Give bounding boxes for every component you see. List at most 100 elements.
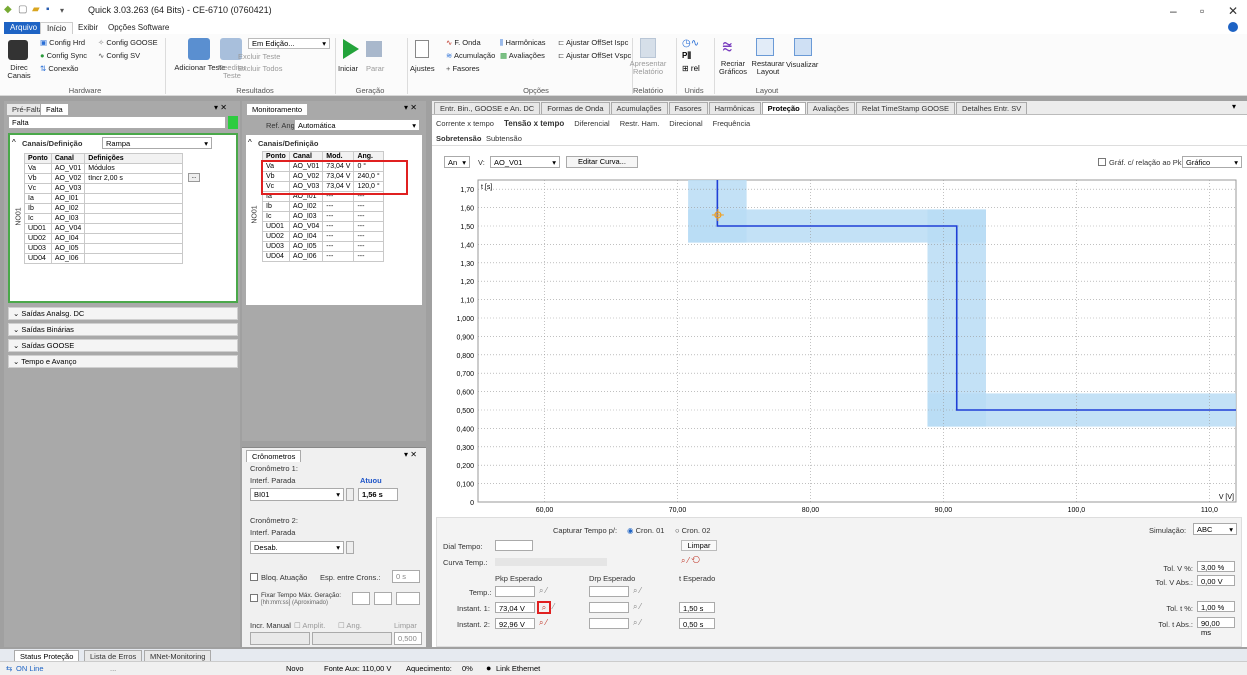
- harmonicas-button[interactable]: ⫼ Harmônicas: [500, 38, 546, 48]
- menu-exibir[interactable]: Exibir: [72, 22, 104, 34]
- avaliacoes-button[interactable]: ▦ Avaliações: [500, 51, 545, 60]
- subtab-1[interactable]: Tensão x tempo: [504, 119, 564, 128]
- excluir-teste-button[interactable]: Excluir Teste: [238, 52, 280, 61]
- table-row[interactable]: Ib AO_I02: [24, 203, 184, 214]
- em-edicao-select[interactable]: Em Edição... ▾: [248, 38, 330, 49]
- tab-right-2[interactable]: Acumulações: [610, 102, 668, 114]
- ajustar-ispc-button[interactable]: ⊏ Ajustar OffSet Ispc: [558, 38, 628, 47]
- mode-select[interactable]: Rampa ▾: [102, 137, 212, 149]
- tension-time-chart[interactable]: 1,70 1,60 1,50 1,40 1,30 1,20 1,10 1,000 0,900 0,…: [436, 176, 1242, 516]
- fixar-mm-field[interactable]: [374, 592, 392, 605]
- relatorio-icon[interactable]: [640, 38, 656, 58]
- cronometro1-ellipsis[interactable]: [346, 488, 354, 501]
- simulacao-select[interactable]: ABC ▾: [1193, 523, 1237, 535]
- cron02-radio[interactable]: ○ Cron. 02: [675, 526, 710, 535]
- definitions-ellipsis-button[interactable]: ...: [188, 173, 200, 182]
- graf-relacao-checkbox[interactable]: [1098, 158, 1106, 166]
- curve-tools-icon[interactable]: ⌕ ⁄ ⟲: [681, 556, 700, 566]
- instant2-tools-icon[interactable]: ⌕ ⁄: [539, 618, 547, 628]
- fasores-button[interactable]: + Fasores: [446, 64, 480, 73]
- table-row[interactable]: UD01 AO_V04: [24, 223, 184, 234]
- tab-right-1[interactable]: Formas de Onda: [541, 102, 610, 114]
- tab-right-3[interactable]: Fasores: [668, 102, 708, 114]
- tab-monitoramento[interactable]: Monitoramento: [246, 103, 309, 115]
- tab-sobretensao[interactable]: Sobretensão: [436, 134, 481, 143]
- table-row[interactable]: Vb AO_V02 tIncr 2,00 s: [24, 173, 184, 184]
- instant1-t-field[interactable]: 1,50 s: [679, 602, 715, 613]
- menu-inicio[interactable]: Início: [40, 22, 74, 34]
- ajustes-icon[interactable]: [415, 40, 429, 58]
- collapsible-goose[interactable]: ⌄ Saídas GOOSE: [8, 339, 238, 352]
- save-icon[interactable]: ▪: [46, 4, 50, 15]
- instant1-pkp-field[interactable]: 73,04 V: [495, 602, 535, 613]
- curva-temp-field[interactable]: [495, 558, 607, 566]
- subtab-0[interactable]: Corrente x tempo: [436, 119, 494, 128]
- acumulacao-button[interactable]: ≋ Acumulação: [446, 51, 495, 60]
- menu-arquivo[interactable]: Arquivo: [4, 22, 44, 34]
- limpar-button[interactable]: Limpar: [681, 540, 717, 551]
- unids-rel-icon[interactable]: ⊞ rel: [682, 64, 700, 73]
- visualizar-button[interactable]: Visualizar: [786, 60, 818, 69]
- table-row[interactable]: UD03 AO_I05: [24, 243, 184, 254]
- v-channel-select[interactable]: AO_V01 ▾: [490, 156, 560, 168]
- instant2-t-field[interactable]: 0,50 s: [679, 618, 715, 629]
- incr-select-1[interactable]: [250, 632, 310, 645]
- an-select[interactable]: An ▾: [444, 156, 470, 168]
- minimize-icon[interactable]: –: [1170, 4, 1177, 18]
- ajustar-vspc-button[interactable]: ⊏ Ajustar OffSet Vspc: [558, 51, 631, 60]
- amplit-checkbox[interactable]: ☐ Amplit.: [294, 621, 325, 630]
- help-icon[interactable]: [1228, 22, 1238, 32]
- tab-cronometros[interactable]: Crônometros: [246, 450, 302, 462]
- tab-falta[interactable]: Falta: [40, 103, 69, 115]
- collapsible-analog-dc[interactable]: ⌄ Saídas Analsg. DC: [8, 307, 238, 320]
- config-sync-button[interactable]: ● Config Sync: [40, 51, 87, 60]
- esp-crons-field[interactable]: 0 s: [392, 570, 420, 583]
- cronometro2-select[interactable]: Desab. ▾: [250, 541, 344, 554]
- tab-right-0[interactable]: Entr. Bin., GOOSE e An. DC: [434, 102, 541, 114]
- tab-right-4[interactable]: Harmônicas: [708, 102, 761, 114]
- play-icon[interactable]: [340, 38, 360, 60]
- open-folder-icon[interactable]: ▰: [32, 4, 40, 15]
- collapsible-binarias[interactable]: ⌄ Saídas Binárias: [8, 323, 238, 336]
- collapsible-tempo-avanco[interactable]: ⌄ Tempo e Avanço: [8, 355, 238, 368]
- temp-pkp-tools-icon[interactable]: ⌕ ⁄: [539, 586, 547, 596]
- panel-menu-icon[interactable]: ▾ ✕: [404, 450, 417, 459]
- adicionar-teste-icon[interactable]: [188, 38, 210, 60]
- table-row[interactable]: UD02 AO_I04: [24, 233, 184, 244]
- panel-menu-icon[interactable]: ▾ ✕: [214, 103, 227, 112]
- collapse-icon[interactable]: ^: [12, 138, 16, 147]
- dial-tempo-field[interactable]: [495, 540, 533, 551]
- subtab-5[interactable]: Frequência: [713, 119, 751, 128]
- instant2-drp-field[interactable]: [589, 618, 629, 629]
- f-onda-button[interactable]: ∿ F. Onda: [446, 38, 481, 47]
- table-row[interactable]: Ic AO_I03: [24, 213, 184, 224]
- table-row[interactable]: Vc AO_V03: [24, 183, 184, 194]
- cron01-radio[interactable]: ◉ Cron. 01: [627, 526, 664, 535]
- unids-clock-icon[interactable]: ◷∿: [682, 38, 699, 49]
- fixar-tempo-checkbox[interactable]: [250, 594, 258, 602]
- tol-v-abs-field[interactable]: 0,00 V: [1197, 575, 1235, 586]
- ajustes-button[interactable]: Ajustes: [410, 64, 435, 73]
- recriar-graficos-icon[interactable]: ⩬: [722, 36, 733, 57]
- tab-right-7[interactable]: Relat TimeStamp GOOSE: [855, 102, 956, 114]
- grafico-select[interactable]: Gráfico ▾: [1182, 156, 1242, 168]
- restaurar-layout-button[interactable]: Restaurar Layout: [748, 60, 788, 76]
- instant2-pkp-field[interactable]: 92,96 V: [495, 618, 535, 629]
- config-goose-button[interactable]: ✧ Config GOOSE: [98, 38, 158, 47]
- recriar-graficos-button[interactable]: Recriar Gráficos: [714, 60, 752, 76]
- fixar-hh-field[interactable]: [352, 592, 370, 605]
- cronometro1-select[interactable]: BI01 ▾: [250, 488, 344, 501]
- instant1-search-icon[interactable]: ⌕: [537, 601, 551, 614]
- tab-right-6[interactable]: Avaliações: [806, 102, 855, 114]
- maximize-icon[interactable]: ▫: [1200, 4, 1204, 18]
- close-icon[interactable]: ✕: [1228, 4, 1238, 18]
- new-file-icon[interactable]: ▢: [18, 4, 27, 15]
- table-row[interactable]: Ia AO_I01: [24, 193, 184, 204]
- temp-drp-field[interactable]: [589, 586, 629, 597]
- unids-pu-icon[interactable]: P⫼: [682, 51, 691, 61]
- parar-button[interactable]: Parar: [366, 64, 384, 73]
- direc-canais-label[interactable]: Direc Canais: [4, 64, 34, 80]
- direc-canais-icon[interactable]: [8, 40, 28, 60]
- visualizar-icon[interactable]: [794, 38, 812, 56]
- iniciar-button[interactable]: Iniciar: [338, 64, 358, 73]
